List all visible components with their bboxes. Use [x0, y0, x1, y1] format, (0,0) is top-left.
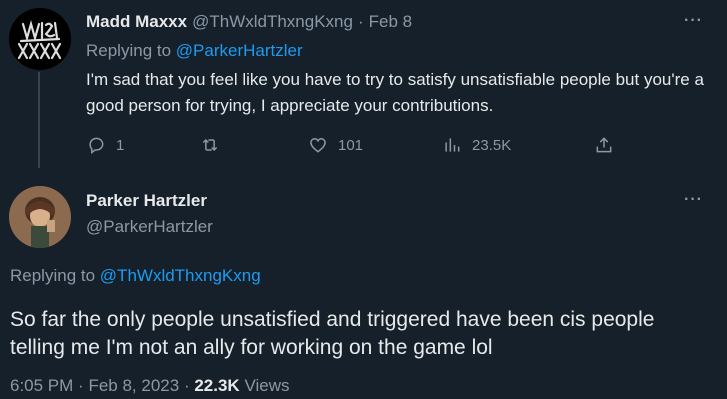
conversation-view: Madd Maxxx @ThWxldThxngKxng · Feb 8 ··· …	[0, 0, 727, 399]
views-label: Views	[244, 376, 290, 395]
tweet-meta: 6:05 PM · Feb 8, 2023 · 22.3K Views	[10, 376, 290, 396]
separator: ·	[357, 12, 364, 31]
tweet-text: I'm sad that you feel like you have to t…	[86, 70, 704, 115]
tweet-actions: 1 101 23.5K	[86, 130, 626, 160]
avatar-logo-image	[9, 8, 71, 70]
avatar[interactable]	[9, 186, 71, 248]
like-count: 101	[338, 136, 364, 154]
author-handle[interactable]: @ParkerHartzler	[86, 217, 213, 237]
views-icon	[445, 138, 460, 152]
like-button[interactable]: 101	[308, 130, 363, 160]
tweet-date[interactable]: Feb 8, 2023	[88, 376, 179, 395]
replying-to: Replying to @ThWxldThxngKxng	[10, 266, 261, 286]
avatar[interactable]	[9, 8, 71, 70]
retweet-icon	[202, 138, 218, 152]
share-icon	[596, 137, 612, 153]
tweet-text: So far the only people unsatisfied and t…	[10, 308, 655, 359]
replying-handle-link[interactable]: @ThWxldThxngKxng	[100, 266, 261, 285]
author-name[interactable]: Madd Maxxx	[86, 12, 187, 32]
more-options-button[interactable]: ···	[684, 12, 703, 30]
replying-prefix: Replying to	[10, 266, 96, 285]
reply-button[interactable]: 1	[86, 130, 124, 160]
separator: ·	[78, 376, 84, 395]
separator: ·	[183, 376, 190, 395]
tweet-madd-maxxx[interactable]: Madd Maxxx @ThWxldThxngKxng · Feb 8 ··· …	[0, 0, 727, 170]
like-icon	[310, 137, 326, 153]
tweet-date[interactable]: Feb 8	[369, 12, 412, 32]
replying-to: Replying to @ParkerHartzler	[86, 41, 303, 61]
replying-handle-link[interactable]: @ParkerHartzler	[176, 41, 303, 60]
replying-prefix: Replying to	[86, 41, 172, 60]
thread-line	[38, 72, 40, 168]
share-button[interactable]	[594, 130, 614, 160]
views-count: 22.3K	[194, 376, 240, 395]
reply-count: 1	[116, 136, 125, 154]
views-count: 23.5K	[472, 136, 512, 154]
avatar-portrait-image	[9, 186, 71, 248]
views-button[interactable]: 23.5K	[442, 130, 511, 160]
author-handle[interactable]: @ThWxldThxngKxng	[192, 12, 353, 32]
author-name[interactable]: Parker Hartzler	[86, 191, 207, 211]
tweet-header: Madd Maxxx @ThWxldThxngKxng · Feb 8	[86, 12, 412, 34]
tweet-time[interactable]: 6:05 PM	[10, 376, 73, 395]
retweet-button[interactable]	[200, 130, 220, 160]
more-options-button[interactable]: ···	[684, 191, 703, 209]
reply-icon	[89, 137, 104, 154]
